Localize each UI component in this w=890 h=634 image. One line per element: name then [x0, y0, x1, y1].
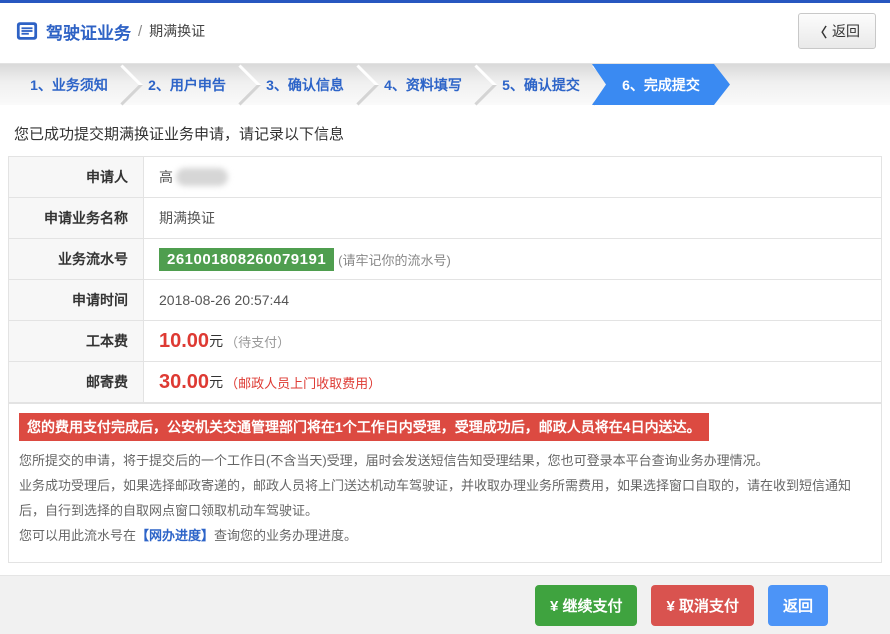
row-label: 申请业务名称 [9, 198, 144, 238]
success-message: 您已成功提交期满换证业务申请，请记录以下信息 [0, 105, 890, 156]
post-fee-unit: 元 [209, 372, 223, 392]
progress-hint-prefix: 您可以用此流水号在 [19, 528, 136, 543]
work-fee-note: （待支付） [225, 332, 290, 351]
step-3-confirm-info: 3、确认信息 [246, 64, 364, 105]
page: 驾驶证业务 / 期满换证 〈 返回 1、业务须知 2、用户申告 3、确认信息 4… [0, 0, 890, 634]
work-fee-amount: 10.00 [159, 330, 209, 353]
breadcrumb-current: 期满换证 [149, 21, 205, 41]
application-info-table: 申请人 高 申请业务名称 期满换证 业务流水号 2610018082600791… [8, 156, 882, 403]
row-label: 工本费 [9, 321, 144, 361]
row-label: 申请人 [9, 157, 144, 197]
payment-notice-banner: 您的费用支付完成后，公安机关交通管理部门将在1个工作日内受理，受理成功后，邮政人… [19, 413, 709, 441]
back-button[interactable]: 〈 返回 [798, 13, 876, 49]
progress-hint-suffix: 查询您的业务办理进度。 [214, 528, 357, 543]
step-1-business-notice: 1、业务须知 [10, 64, 128, 105]
return-button[interactable]: 返回 [768, 585, 828, 626]
table-row-post-fee: 邮寄费 30.00 元 （邮政人员上门收取费用） [9, 362, 881, 403]
work-fee-unit: 元 [209, 331, 223, 351]
continue-payment-button[interactable]: ¥ 继续支付 [535, 585, 638, 626]
table-row-serial-number: 业务流水号 261001808260079191 (请牢记你的流水号) [9, 239, 881, 280]
notice-paragraph-2: 业务成功受理后，如果选择邮政寄递的，邮政人员将上门送达机动车驾驶证，并收取办理业… [19, 473, 871, 523]
post-fee-note: （邮政人员上门收取费用） [225, 373, 381, 392]
row-value: 261001808260079191 (请牢记你的流水号) [144, 239, 881, 279]
row-value: 10.00 元 （待支付） [144, 321, 881, 361]
wizard-step-bar: 1、业务须知 2、用户申告 3、确认信息 4、资料填写 5、确认提交 6、完成提… [0, 63, 890, 105]
step-2-user-declaration: 2、用户申告 [128, 64, 246, 105]
step-5-confirm-submit: 5、确认提交 [482, 64, 600, 105]
form-list-icon [16, 20, 38, 42]
row-label: 业务流水号 [9, 239, 144, 279]
progress-hint-line: 您可以用此流水号在【网办进度】查询您的业务办理进度。 [19, 523, 871, 548]
table-row-apply-time: 申请时间 2018-08-26 20:57:44 [9, 280, 881, 321]
post-fee-amount: 30.00 [159, 371, 209, 394]
row-label: 邮寄费 [9, 362, 144, 402]
table-row-work-fee: 工本费 10.00 元 （待支付） [9, 321, 881, 362]
row-value: 期满换证 [144, 198, 881, 238]
row-value: 2018-08-26 20:57:44 [144, 280, 881, 320]
serial-number-note: (请牢记你的流水号) [338, 250, 451, 269]
notice-box: 您的费用支付完成后，公安机关交通管理部门将在1个工作日内受理，受理成功后，邮政人… [8, 403, 882, 563]
back-button-label: 返回 [832, 21, 860, 41]
progress-link-text: 【网办进度】 [136, 528, 214, 543]
back-chevron-icon: 〈 [814, 22, 827, 41]
page-header: 驾驶证业务 / 期满换证 〈 返回 [0, 3, 890, 59]
step-6-complete-submit-active: 6、完成提交 [592, 64, 730, 105]
row-value: 高 [144, 157, 881, 197]
breadcrumb-divider: / [138, 23, 142, 40]
step-4-fill-materials: 4、资料填写 [364, 64, 482, 105]
footer-action-bar: ¥ 继续支付 ¥ 取消支付 返回 [0, 575, 890, 634]
applicant-name: 高 [159, 167, 173, 187]
row-label: 申请时间 [9, 280, 144, 320]
notice-paragraph-1: 您所提交的申请，将于提交后的一个工作日(不含当天)受理，届时会发送短信告知受理结… [19, 448, 871, 473]
row-value: 30.00 元 （邮政人员上门收取费用） [144, 362, 881, 402]
table-row-service-name: 申请业务名称 期满换证 [9, 198, 881, 239]
cancel-payment-button[interactable]: ¥ 取消支付 [651, 585, 754, 626]
page-title: 驾驶证业务 [46, 19, 131, 44]
redacted-name-blob [176, 168, 228, 186]
serial-number-badge: 261001808260079191 [159, 248, 334, 271]
table-row-applicant: 申请人 高 [9, 157, 881, 198]
